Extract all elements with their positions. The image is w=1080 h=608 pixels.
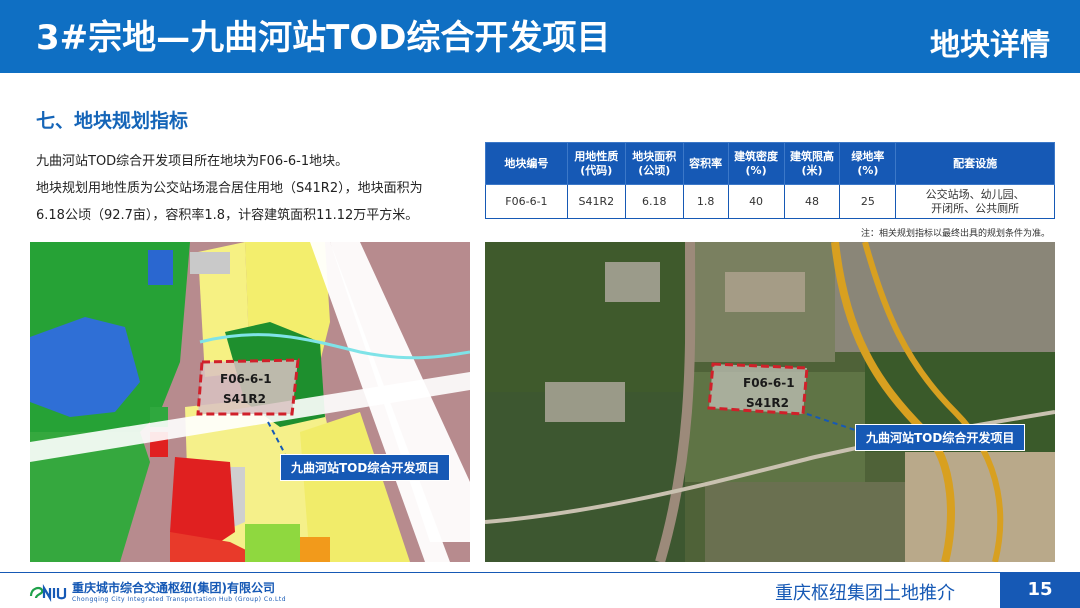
table-header-cell: 地块面积 (公顷) — [624, 142, 684, 185]
header-band: 3#宗地—九曲河站TOD综合开发项目 地块详情 — [0, 0, 1080, 73]
table-header-cell: 配套设施 — [895, 142, 1055, 185]
project-callout: 九曲河站TOD综合开发项目 — [280, 454, 451, 481]
table-note: 注：相关规划指标以最终出具的规划条件为准。 — [860, 229, 1050, 239]
table-cell: F06-6-1 — [485, 184, 568, 219]
table-cell: 25 — [839, 184, 897, 219]
table-cell: 1.8 — [682, 184, 729, 219]
company-name-cn: 重庆城市综合交通枢纽(集团)有限公司 — [72, 581, 275, 595]
company-logo — [29, 584, 67, 602]
parcel-code-label: S41R2 — [746, 396, 789, 410]
table-header-cell: 容积率 — [682, 142, 729, 185]
table-header-cell: 建筑限高 (米) — [783, 142, 841, 185]
land-use-plan-map: F06-6-1 S41R2 九曲河站TOD综合开发项目 — [30, 242, 470, 562]
header-right-label: 地块详情 — [930, 28, 1050, 63]
description-line: 九曲河站TOD综合开发项目所在地块为F06-6-1地块。 — [36, 154, 349, 169]
description-line: 地块规划用地性质为公交站场混合居住用地（S41R2），地块面积为 — [36, 181, 423, 196]
satellite-map: F06-6-1 S41R2 九曲河站TOD综合开发项目 — [485, 242, 1055, 562]
parcel-id-label: F06-6-1 — [743, 376, 795, 390]
table-cell: 6.18 — [624, 184, 684, 219]
page-number: 15 — [1027, 579, 1053, 600]
company-name-en: Chongqing City Integrated Transportation… — [72, 596, 287, 603]
table-header-cell: 用地性质 (代码) — [566, 142, 626, 185]
description-line: 6.18公顷（92.7亩），容积率1.8，计容建筑面积11.12万平方米。 — [36, 208, 419, 223]
description: 九曲河站TOD综合开发项目所在地块为F06-6-1地块。 地块规划用地性质为公交… — [36, 148, 476, 229]
planning-index-table: 地块编号 用地性质 (代码) 地块面积 (公顷) 容积率 建筑密度 (%) 建筑限高(… — [485, 142, 1055, 219]
table-cell: 公交站场、幼儿园、 开闭所、公共厕所 — [895, 184, 1055, 219]
table-header-row: 地块编号 用地性质 (代码) 地块面积 (公顷) 容积率 建筑密度 (%) 建筑限高(… — [485, 142, 1055, 185]
table-row: F06-6-1 S41R2 6.18 1.8 40 48 25 公交站场、幼儿园… — [485, 184, 1055, 219]
section-title: 七、地块规划指标 — [36, 110, 189, 132]
table-header-cell: 地块编号 — [485, 142, 568, 185]
table-header-cell: 绿地率 (%) — [839, 142, 897, 185]
project-callout: 九曲河站TOD综合开发项目 — [855, 424, 1026, 451]
parcel-id-label: F06-6-1 — [220, 372, 272, 386]
footer-right-text: 重庆枢纽集团土地推介 — [775, 583, 955, 604]
table-cell: 48 — [783, 184, 841, 219]
page-number-box: 15 — [1000, 573, 1080, 608]
table-cell: S41R2 — [566, 184, 626, 219]
table-cell: 40 — [727, 184, 785, 219]
page-title: 3#宗地—九曲河站TOD综合开发项目 — [36, 18, 611, 58]
footer-rule — [0, 572, 1080, 573]
parcel-code-label: S41R2 — [223, 392, 266, 406]
table-header-cell: 建筑密度 (%) — [727, 142, 785, 185]
